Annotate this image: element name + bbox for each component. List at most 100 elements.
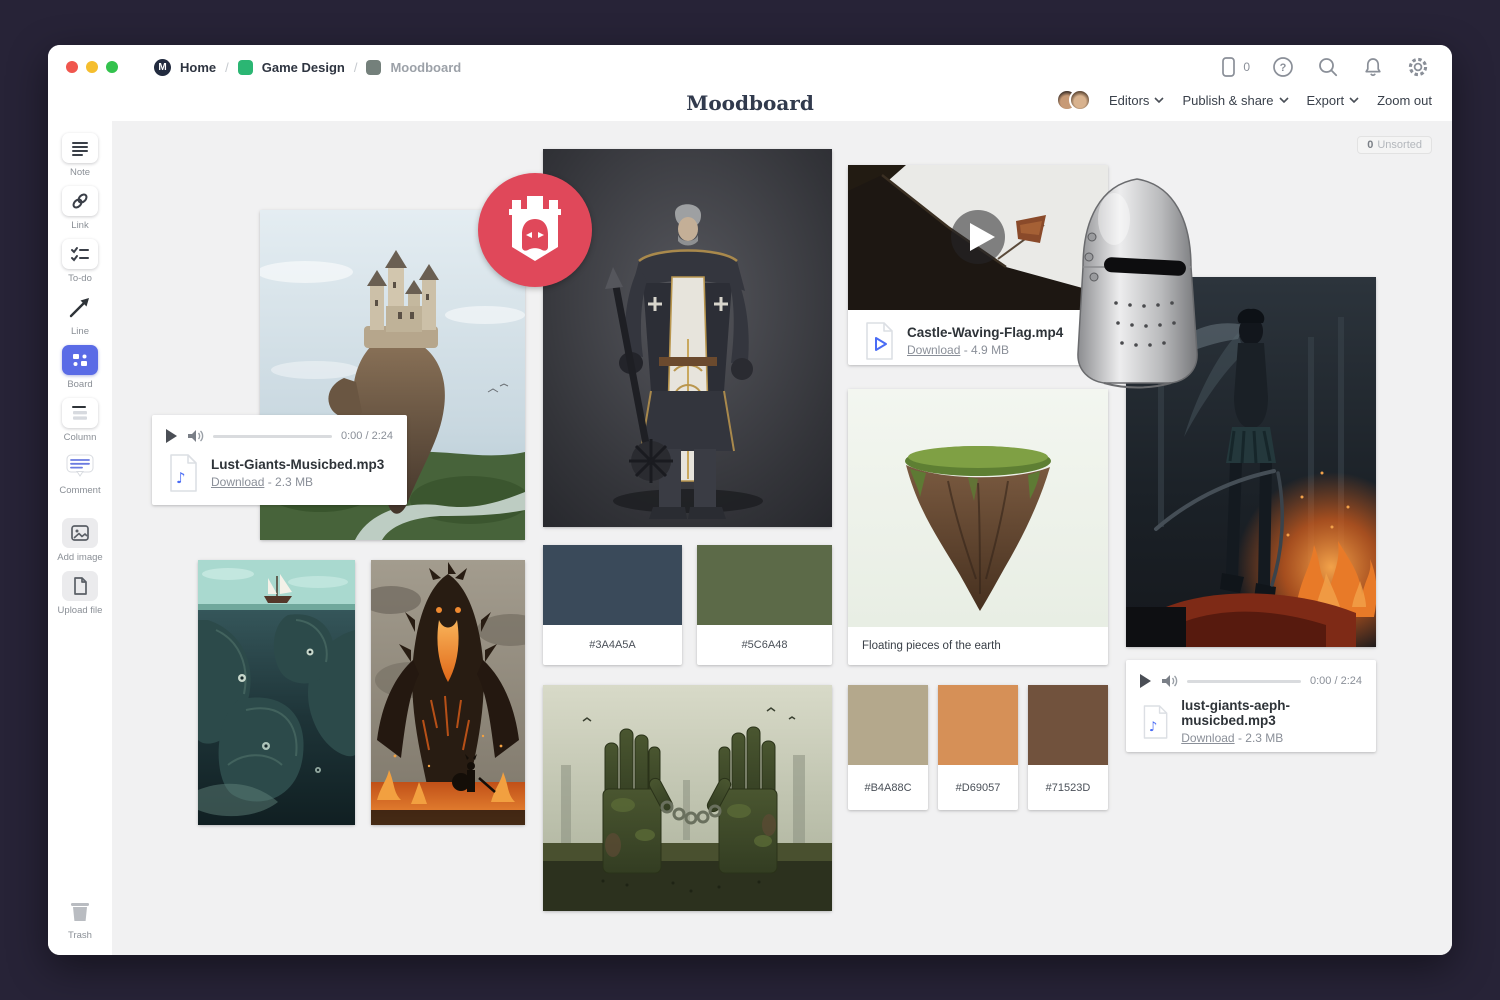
editors-label: Editors [1109,93,1149,108]
tool-label: Add image [57,552,102,563]
column-icon [70,404,90,422]
export-label: Export [1307,93,1345,108]
audio-filesize: - 2.3 MB [1238,731,1283,745]
breadcrumb-current: Moodboard [390,60,461,75]
board-icon-green[interactable] [238,60,253,75]
color-swatch-card[interactable]: #3A4A5A [543,545,682,665]
tool-todo[interactable]: To-do [62,239,98,284]
chevron-down-icon [1349,97,1359,103]
tool-label: Link [71,220,88,231]
color-swatch-card[interactable]: #D69057 [938,685,1018,810]
zoom-out-label: Zoom out [1377,93,1432,108]
maximize-window-button[interactable] [106,61,118,73]
tool-line[interactable]: Line [62,292,98,337]
minimize-window-button[interactable] [86,61,98,73]
color-swatch-hex: #3A4A5A [543,625,682,665]
settings-button[interactable] [1406,55,1430,79]
question-icon: ? [1271,55,1295,79]
color-swatch-hex: #5C6A48 [697,625,832,665]
device-preview-count: 0 [1243,60,1250,74]
color-swatch-card[interactable]: #71523D [1028,685,1108,810]
svg-text:♪: ♪ [1149,719,1158,734]
chevron-down-icon [1154,97,1164,103]
audio-time: 0:00 / 2:24 [1310,675,1362,687]
video-filename: Castle-Waving-Flag.mp4 [907,325,1063,340]
tool-trash[interactable]: Trash [62,896,98,941]
publish-share-menu-button[interactable]: Publish & share [1182,93,1288,108]
editor-avatars[interactable] [1056,89,1091,111]
search-icon [1316,55,1340,79]
breadcrumb-board[interactable]: Game Design [262,60,345,75]
board-icon-gray [366,60,381,75]
tool-label: Trash [68,930,92,941]
unsorted-label: Unsorted [1377,139,1422,151]
floating-island-card[interactable]: Floating pieces of the earth [848,389,1108,665]
add-image-icon [70,524,90,542]
audio-file-icon: ♪ [166,453,200,493]
page-title: Moodboard [686,91,814,115]
audio-progress-bar[interactable] [213,435,332,438]
notifications-button[interactable] [1361,55,1385,79]
audio-card-2[interactable]: 0:00 / 2:24 ♪ lust-giants-aeph-musicbed.… [1126,660,1376,752]
video-download-link[interactable]: Download [907,343,960,357]
close-window-button[interactable] [66,61,78,73]
tool-label: Upload file [58,605,103,616]
audio-download-link[interactable]: Download [1181,731,1234,745]
color-swatch-block [848,685,928,765]
help-button[interactable]: ? [1271,55,1295,79]
svg-text:?: ? [1280,62,1287,74]
play-button[interactable] [166,429,177,443]
tool-board-active[interactable]: Board [62,345,98,390]
tool-comment[interactable]: Comment [59,451,100,496]
breadcrumb-home[interactable]: Home [180,60,216,75]
breadcrumb-separator: / [225,60,229,75]
tool-upload-file[interactable]: Upload file [58,571,103,616]
window-controls [66,61,118,73]
floating-island-image [848,389,1108,627]
audio-progress-bar[interactable] [1187,680,1301,683]
tool-add-image[interactable]: Add image [57,518,102,563]
unsorted-badge[interactable]: 0Unsorted [1357,136,1432,154]
island-caption[interactable]: Floating pieces of the earth [848,627,1108,665]
tool-label: Board [67,379,92,390]
search-button[interactable] [1316,55,1340,79]
editors-menu-button[interactable]: Editors [1109,93,1164,108]
audio-download-link[interactable]: Download [211,475,264,489]
phone-icon [1217,55,1239,79]
color-swatch-block [697,545,832,625]
todo-icon [70,245,90,263]
sea-monsters-image[interactable] [198,560,355,825]
color-swatch-hex: #D69057 [938,765,1018,810]
tool-link[interactable]: Link [62,186,98,231]
chained-hands-image[interactable] [543,685,832,911]
device-preview-button[interactable]: 0 [1217,55,1250,79]
play-button[interactable] [1140,674,1151,688]
speaker-icon[interactable] [186,428,204,444]
video-thumbnail [848,165,1108,310]
knight-helmet-image[interactable] [1070,173,1205,393]
color-swatch-card[interactable]: #B4A88C [848,685,928,810]
color-swatch-card[interactable]: #5C6A48 [697,545,832,665]
tool-column[interactable]: Column [62,398,98,443]
milanote-logo-icon[interactable]: M [154,59,171,76]
speaker-icon[interactable] [1160,673,1178,689]
bell-icon [1361,55,1385,79]
zoom-out-button[interactable]: Zoom out [1377,93,1432,108]
breadcrumb: M Home / Game Design / Moodboard [154,59,461,76]
app-window: M Home / Game Design / Moodboard 0 ? [48,45,1452,955]
publish-share-label: Publish & share [1182,93,1273,108]
color-swatch-block [938,685,1018,765]
tool-label: Comment [59,485,100,496]
tool-label: Column [64,432,97,443]
export-menu-button[interactable]: Export [1307,93,1360,108]
video-card[interactable]: Castle-Waving-Flag.mp4 Download - 4.9 MB [848,165,1108,365]
tool-label: To-do [68,273,92,284]
color-swatch-block [543,545,682,625]
board-canvas[interactable]: 0Unsorted [112,121,1452,955]
fire-giant-image[interactable] [371,560,525,825]
audio-card-1[interactable]: 0:00 / 2:24 ♪ Lust-Giants-Musicbed.mp3 D… [152,415,407,505]
board-header: Moodboard Editors Publish & share Export… [48,89,1452,121]
video-file-icon [862,321,896,361]
castle-shield-badge[interactable] [478,173,592,287]
tool-note[interactable]: Note [62,133,98,178]
